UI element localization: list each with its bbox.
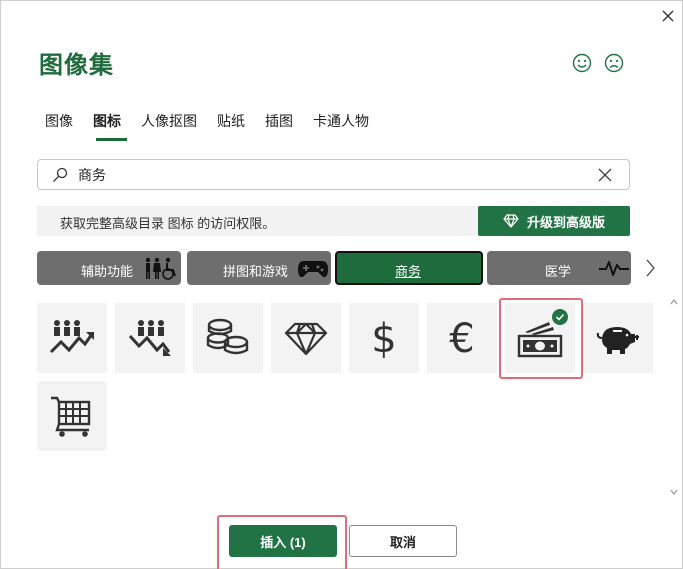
frown-icon[interactable]: [604, 53, 624, 73]
selection-highlight: [499, 298, 583, 379]
active-tab-indicator: [96, 138, 127, 141]
tab-icons[interactable]: 图标: [93, 111, 121, 135]
icon-tile[interactable]: $: [349, 303, 419, 373]
dollar-icon: $: [371, 316, 396, 361]
close-icon: [662, 10, 674, 22]
piggy-bank-icon: [596, 327, 639, 354]
cancel-button[interactable]: 取消: [349, 525, 457, 557]
diamond-icon: [284, 322, 328, 356]
icon-gallery-dialog: 图像集 图像 图标 人像抠图 贴纸 插图 卡通人物 获取完整高级目录 图标 的访…: [0, 0, 683, 569]
scroll-down-icon[interactable]: [669, 487, 679, 497]
tab-cutout-people[interactable]: 人像抠图: [141, 111, 197, 135]
svg-text:€: €: [449, 316, 474, 361]
icon-tile[interactable]: [271, 303, 341, 373]
smile-icon[interactable]: [572, 53, 592, 73]
checkmark-icon: [552, 309, 568, 325]
category-label: 辅助功能: [81, 264, 134, 279]
upgrade-button-label: 升级到高级版: [526, 214, 605, 230]
search-icon: [53, 167, 68, 182]
search-input[interactable]: [78, 165, 578, 185]
category-accessibility[interactable]: 辅助功能: [37, 251, 181, 285]
category-business[interactable]: 商务: [335, 251, 483, 285]
icon-tile[interactable]: [115, 303, 185, 373]
scroll-up-icon[interactable]: [669, 297, 679, 307]
tab-bar: 图像 图标 人像抠图 贴纸 插图 卡通人物: [45, 111, 389, 135]
premium-banner-text: 获取完整高级目录 图标 的访问权限。: [60, 216, 276, 231]
gamepad-icon: [298, 261, 328, 278]
dialog-title: 图像集: [39, 52, 114, 79]
tab-cartoon-people[interactable]: 卡通人物: [313, 111, 369, 135]
coins-icon: [206, 318, 249, 355]
icon-tile[interactable]: [37, 303, 107, 373]
icon-tile[interactable]: [583, 303, 653, 373]
svg-text:$: $: [371, 316, 396, 361]
people-growth-icon: [49, 320, 94, 354]
clear-search-icon[interactable]: [596, 166, 614, 184]
icon-tile[interactable]: [193, 303, 263, 373]
search-box: [37, 159, 630, 190]
people-decline-icon: [128, 320, 171, 356]
accessibility-icon: [145, 257, 176, 280]
category-medical[interactable]: 医学: [487, 251, 631, 285]
diamond-outline-icon: [503, 214, 519, 228]
euro-icon: €: [449, 316, 474, 361]
category-label: 拼图和游戏: [223, 264, 289, 279]
upgrade-button[interactable]: 升级到高级版: [478, 206, 630, 236]
tab-images[interactable]: 图像: [45, 111, 73, 135]
chevron-right-icon[interactable]: [642, 256, 658, 280]
shopping-cart-icon: [51, 396, 91, 437]
tab-stickers[interactable]: 贴纸: [217, 111, 245, 135]
insert-button[interactable]: 插入 (1): [229, 525, 337, 557]
category-puzzles-games[interactable]: 拼图和游戏: [187, 251, 331, 285]
category-label: 商务: [395, 264, 422, 279]
tab-illustrations[interactable]: 插图: [265, 111, 293, 135]
heartbeat-icon: [599, 261, 629, 276]
close-button[interactable]: [657, 5, 679, 27]
category-label: 医学: [545, 264, 572, 279]
icon-tile[interactable]: €: [427, 303, 497, 373]
icon-tile[interactable]: [37, 381, 107, 451]
